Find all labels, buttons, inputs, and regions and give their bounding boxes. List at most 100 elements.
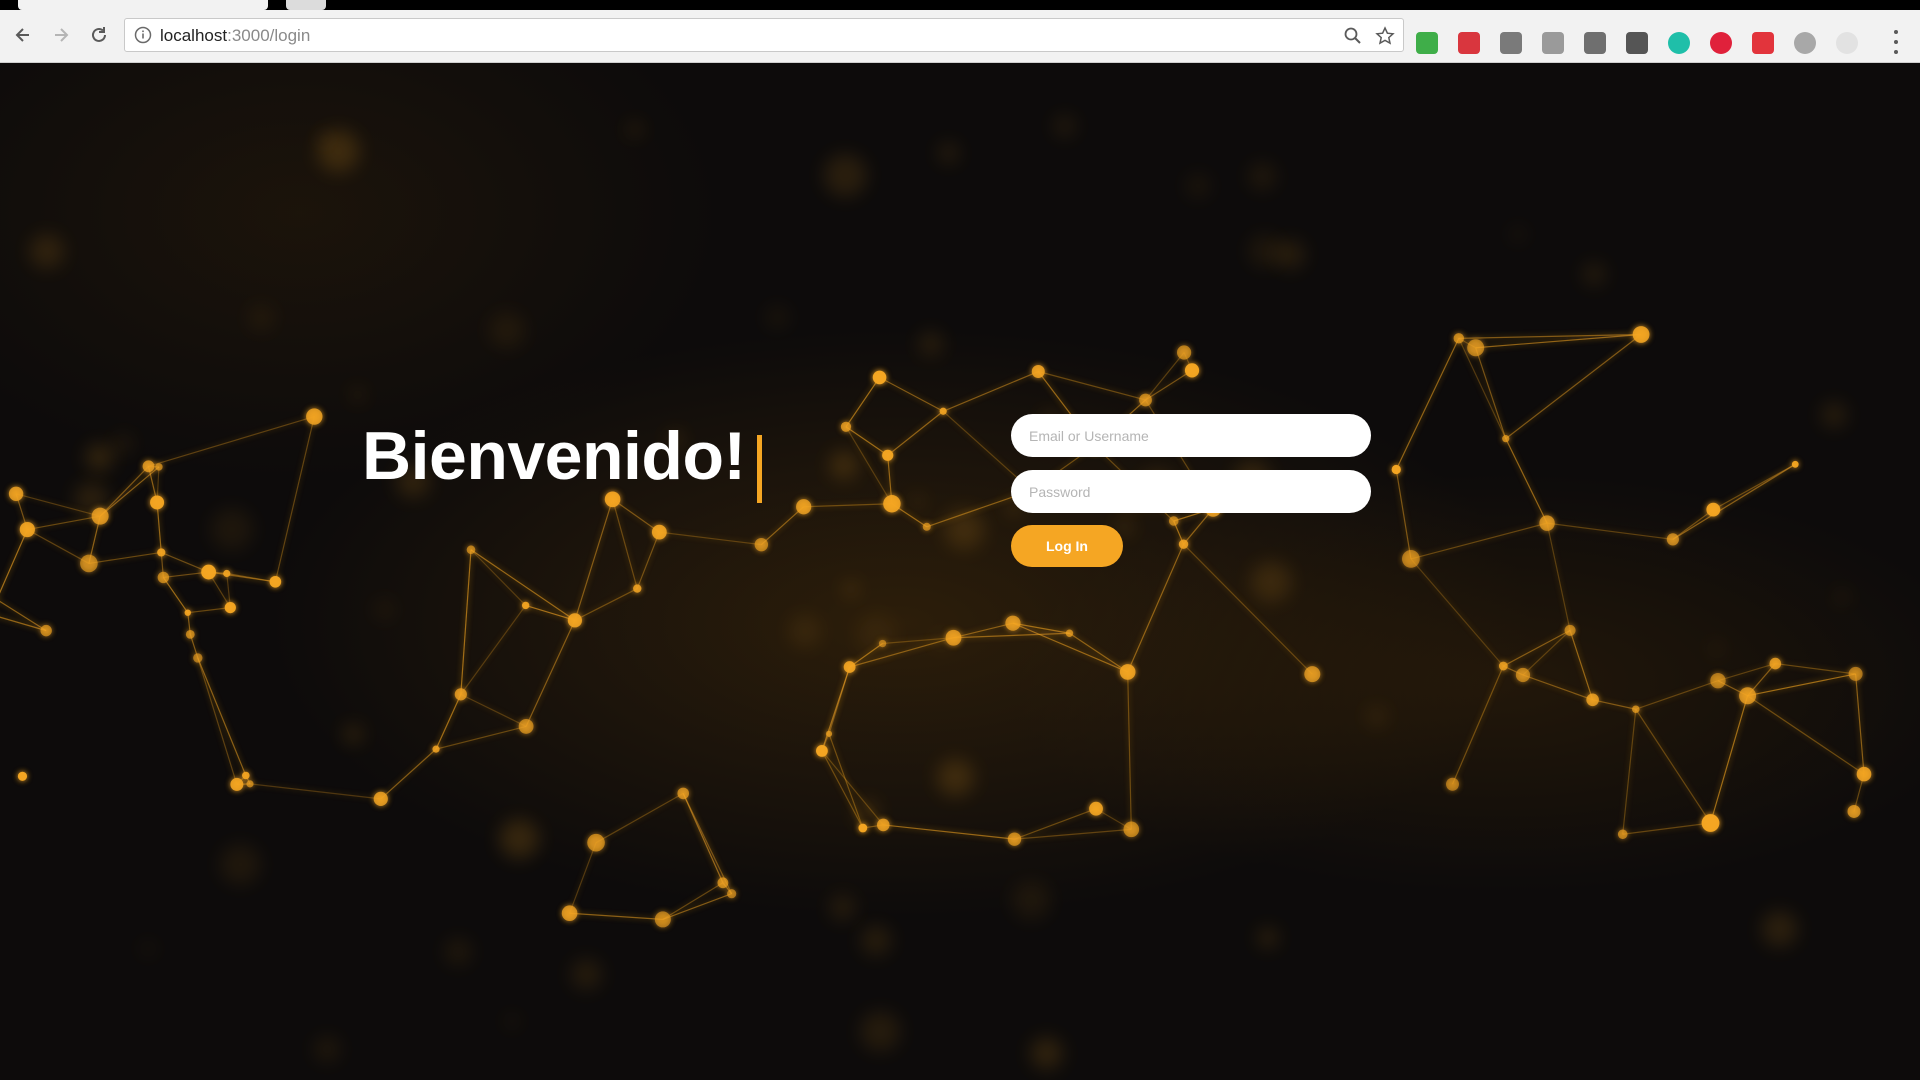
light-circle-extension-icon[interactable] <box>1836 32 1858 54</box>
network-node <box>91 507 109 525</box>
network-node <box>1453 333 1464 344</box>
bokeh-dot <box>210 508 254 551</box>
network-background-graphic <box>0 114 1872 1070</box>
network-edge <box>1410 558 1504 667</box>
grid-extension-icon[interactable] <box>1584 32 1606 54</box>
network-edge <box>1622 709 1637 835</box>
network-edge <box>99 465 149 517</box>
network-edge <box>1014 808 1097 840</box>
bokeh-dot <box>247 304 275 332</box>
network-edge <box>1747 695 1865 775</box>
star-icon[interactable] <box>1375 26 1395 46</box>
network-edge <box>460 549 472 695</box>
network-edge <box>1775 662 1856 675</box>
network-edge <box>525 604 576 621</box>
bokeh-dot <box>918 331 944 357</box>
network-edge <box>1569 630 1594 700</box>
network-edge <box>1717 662 1776 682</box>
network-edge <box>1709 695 1749 824</box>
back-button[interactable] <box>8 20 38 50</box>
browser-tab-active[interactable] <box>18 0 268 10</box>
bokeh-dot <box>1030 1037 1063 1070</box>
red-square-extension-icon[interactable] <box>1752 32 1774 54</box>
bokeh-dot <box>1709 641 1725 657</box>
network-node <box>717 877 729 889</box>
network-edge <box>662 882 724 920</box>
network-node <box>521 601 530 610</box>
gray-circle-extension-icon[interactable] <box>1794 32 1816 54</box>
network-node <box>878 639 887 648</box>
bokeh-dot <box>938 142 959 164</box>
network-node <box>246 780 254 788</box>
network-edge <box>187 606 231 614</box>
browser-tab[interactable] <box>286 0 326 10</box>
password-input[interactable] <box>1011 470 1371 513</box>
info-icon[interactable] <box>134 26 152 44</box>
network-edge <box>1592 699 1636 710</box>
bokeh-dot <box>316 131 332 147</box>
browser-menu-button[interactable] <box>1892 30 1900 54</box>
network-node <box>1467 339 1485 357</box>
network-edge <box>525 620 576 727</box>
bokeh-dot <box>829 894 856 922</box>
network-edge <box>0 600 47 632</box>
recycle-extension-icon[interactable] <box>1500 32 1522 54</box>
network-edge <box>1014 828 1132 840</box>
bokeh-dot <box>29 233 65 269</box>
network-node <box>8 486 24 501</box>
network-node <box>1632 705 1640 714</box>
address-bar[interactable]: localhost:3000/login <box>124 18 1404 52</box>
email-username-input[interactable] <box>1011 414 1371 457</box>
network-node <box>1089 801 1103 816</box>
network-edge <box>659 531 762 546</box>
forward-button[interactable] <box>46 20 76 50</box>
network-edge <box>1451 665 1504 785</box>
network-node <box>1065 629 1074 637</box>
network-node <box>1119 664 1136 680</box>
network-node <box>922 522 931 531</box>
reload-button[interactable] <box>84 20 114 50</box>
network-node <box>654 911 671 928</box>
green-extension-icon[interactable] <box>1416 32 1438 54</box>
network-edge <box>574 588 638 621</box>
network-node <box>1706 502 1721 517</box>
network-node <box>882 449 894 461</box>
network-edge <box>845 426 889 456</box>
network-edge <box>249 783 381 800</box>
network-edge <box>1145 369 1193 401</box>
network-node <box>1856 766 1872 782</box>
network-edge <box>682 793 724 884</box>
bokeh-dot <box>1820 401 1847 428</box>
network-edge <box>1395 469 1412 559</box>
network-node <box>1498 661 1508 671</box>
network-edge <box>595 792 684 844</box>
network-edge <box>1475 347 1507 439</box>
network-node <box>150 495 165 510</box>
text-cursor <box>757 435 762 503</box>
red-circle-extension-icon[interactable] <box>1710 32 1732 54</box>
network-node <box>816 745 828 757</box>
network-node <box>1005 615 1021 631</box>
login-button[interactable]: Log In <box>1011 525 1123 567</box>
welcome-heading: Bienvenido! <box>362 418 746 494</box>
zoom-icon[interactable] <box>1343 26 1363 46</box>
eyedropper-extension-icon[interactable] <box>1626 32 1648 54</box>
network-edge <box>760 506 805 546</box>
network-node <box>142 460 155 473</box>
network-node <box>1539 515 1555 531</box>
url-host: localhost <box>160 26 228 45</box>
red-pdf-extension-icon[interactable] <box>1458 32 1480 54</box>
network-node <box>19 521 35 538</box>
network-edge <box>27 515 101 531</box>
network-node <box>1564 624 1576 636</box>
bokeh-dot <box>627 122 642 137</box>
network-edge <box>569 842 597 914</box>
back-arrow-icon <box>15 28 29 42</box>
network-node <box>223 569 231 578</box>
teal-circle-extension-icon[interactable] <box>1668 32 1690 54</box>
broadcast-extension-icon[interactable] <box>1542 32 1564 54</box>
network-edge <box>162 577 189 614</box>
network-edge <box>161 551 209 573</box>
network-node <box>1666 533 1679 546</box>
network-edge <box>574 499 614 621</box>
